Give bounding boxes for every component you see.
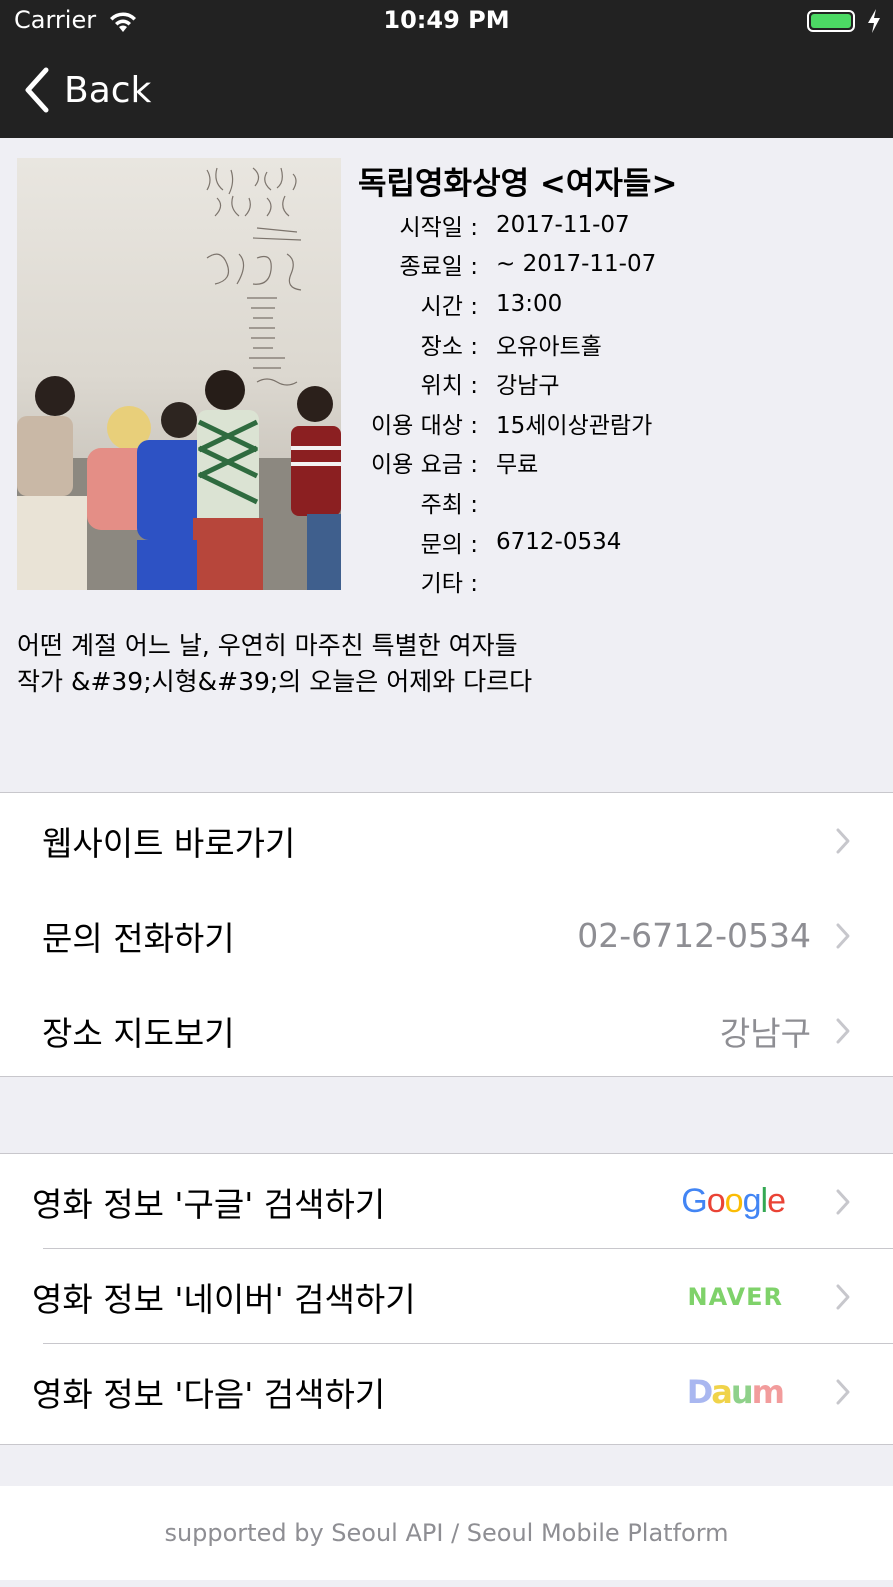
info-label: 장소 :	[420, 333, 478, 360]
info-value: 오유아트홀	[496, 333, 602, 360]
google-logo: Google	[681, 1182, 786, 1220]
info-row-fee: 이용 요금 : 무료	[350, 443, 870, 483]
naver-logo: NAVER	[687, 1282, 783, 1311]
call-inquiry-cell[interactable]: 문의 전화하기 02-6712-0534	[0, 888, 893, 983]
event-title: 독립영화상영 <여자들>	[358, 166, 678, 202]
chevron-right-icon	[836, 1379, 850, 1404]
info-label: 시간 :	[420, 293, 478, 320]
info-value: 15세이상관람가	[496, 412, 653, 439]
description-line: 작가 &#39;시형&#39;의 오늘은 어제와 다르다	[17, 667, 533, 696]
cell-label: 영화 정보 '다음' 검색하기	[32, 1374, 386, 1414]
info-label: 종료일 :	[399, 254, 478, 281]
info-row-host: 주최 :	[350, 482, 870, 522]
info-row-time: 시간 : 13:00	[350, 284, 870, 324]
info-row-audience: 이용 대상 : 15세이상관람가	[350, 403, 870, 443]
info-label: 문의 :	[420, 531, 478, 558]
movie-poster-image	[17, 158, 341, 590]
info-value: 강남구	[496, 373, 560, 400]
navigation-bar: Back	[0, 42, 893, 138]
cell-label: 영화 정보 '구글' 검색하기	[32, 1184, 386, 1224]
daum-logo: Daum	[686, 1372, 785, 1411]
status-time: 10:49 PM	[383, 6, 510, 34]
chevron-right-icon	[836, 1018, 850, 1043]
cell-label: 영화 정보 '네이버' 검색하기	[32, 1279, 416, 1319]
description-line: 어떤 계절 어느 날, 우연히 마주친 특별한 여자들	[17, 631, 518, 660]
action-list: 웹사이트 바로가기 문의 전화하기 02-6712-0534 장소 지도보기 강…	[0, 792, 893, 1077]
daum-search-cell[interactable]: 영화 정보 '다음' 검색하기 Daum	[0, 1344, 893, 1439]
naver-search-cell[interactable]: 영화 정보 '네이버' 검색하기 NAVER	[0, 1249, 893, 1344]
info-label: 주최 :	[420, 491, 478, 518]
info-value: ~ 2017-11-07	[496, 251, 657, 278]
info-value: 무료	[496, 452, 539, 479]
map-view-cell[interactable]: 장소 지도보기 강남구	[0, 983, 893, 1078]
phone-number: 02-6712-0534	[577, 916, 811, 955]
chevron-left-icon	[25, 67, 49, 113]
info-label: 시작일 :	[399, 214, 478, 241]
cell-label: 장소 지도보기	[42, 1013, 235, 1053]
chevron-right-icon	[836, 828, 850, 853]
info-value: 2017-11-07	[496, 211, 630, 238]
info-label: 기타 :	[420, 571, 478, 598]
search-list: 영화 정보 '구글' 검색하기 Google 영화 정보 '네이버' 검색하기 …	[0, 1153, 893, 1445]
info-row-start-date: 시작일 : 2017-11-07	[350, 205, 870, 245]
event-info-list: 시작일 : 2017-11-07 종료일 : ~ 2017-11-07 시간 :…	[350, 205, 870, 601]
info-label: 위치 :	[420, 373, 478, 400]
chevron-right-icon	[836, 923, 850, 948]
info-row-place: 장소 : 오유아트홀	[350, 324, 870, 364]
footer: supported by Seoul API / Seoul Mobile Pl…	[0, 1486, 893, 1580]
status-bar: Carrier 10:49 PM	[0, 0, 893, 42]
event-description: 어떤 계절 어느 날, 우연히 마주친 특별한 여자들 작가 &#39;시형&#…	[17, 628, 877, 700]
battery-icon	[807, 10, 855, 32]
info-row-location: 위치 : 강남구	[350, 363, 870, 403]
cell-label: 문의 전화하기	[42, 918, 235, 958]
chevron-right-icon	[836, 1189, 850, 1214]
google-search-cell[interactable]: 영화 정보 '구글' 검색하기 Google	[0, 1154, 893, 1249]
charging-bolt-icon	[868, 9, 880, 33]
info-label: 이용 요금 :	[370, 452, 478, 479]
chevron-right-icon	[836, 1284, 850, 1309]
info-row-etc: 기타 :	[350, 561, 870, 601]
info-label: 이용 대상 :	[370, 412, 478, 439]
cell-label: 웹사이트 바로가기	[42, 823, 296, 863]
info-value: 6712-0534	[496, 528, 622, 555]
info-value: 13:00	[496, 290, 563, 317]
website-link-cell[interactable]: 웹사이트 바로가기	[0, 793, 893, 888]
back-label: Back	[64, 69, 152, 111]
back-button[interactable]: Back	[22, 64, 151, 116]
footer-text: supported by Seoul API / Seoul Mobile Pl…	[164, 1519, 729, 1547]
info-row-inquiry: 문의 : 6712-0534	[350, 522, 870, 562]
info-row-end-date: 종료일 : ~ 2017-11-07	[350, 245, 870, 285]
location-detail: 강남구	[719, 1013, 811, 1053]
